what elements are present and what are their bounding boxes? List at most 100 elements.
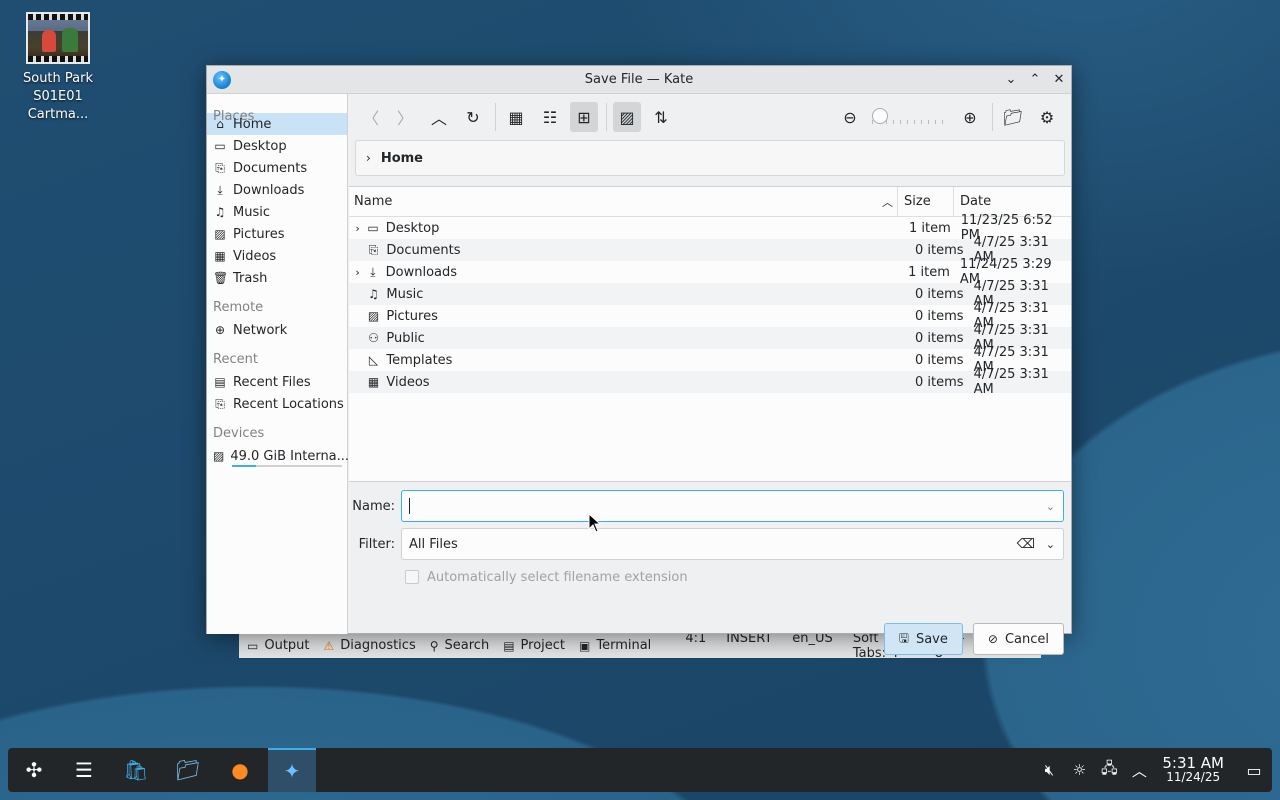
filter-combo[interactable]: All Files ⌫ ⌄ [401, 528, 1064, 560]
sidebar-item-trash[interactable]: 🗑︎ Trash [207, 267, 347, 289]
cancel-icon: ⊘ [987, 632, 998, 646]
diagnostics-tab[interactable]: ⚠ Diagnostics [324, 638, 416, 653]
forward-button[interactable]: 〉 [391, 102, 419, 132]
zoom-slider[interactable] [872, 108, 948, 124]
network-icon[interactable]: 🖧︎ [1094, 758, 1124, 783]
compact-view-button[interactable]: ☷ [536, 102, 564, 132]
public-icon: ⚇ [368, 331, 379, 345]
search-tab[interactable]: ⚲ Search [430, 638, 489, 653]
sidebar-item-documents[interactable]: ⎘ Documents [207, 157, 347, 179]
output-tab[interactable]: ▭ Output [247, 638, 310, 653]
sort-ascending-icon: ︿ [882, 195, 893, 209]
expand-chevron-icon[interactable]: › [349, 266, 366, 279]
new-folder-icon[interactable]: 📁︎ [999, 102, 1027, 132]
table-row[interactable]: › ⤓ Downloads 1 item 11/24/25 3:29 AM [349, 257, 1071, 287]
file-manager-icon[interactable]: 📁︎ [164, 748, 212, 792]
keep-below-button[interactable]: ⌄ [999, 68, 1023, 92]
taskbar: ✣ ☰ 🛍︎ 📁︎ ● ✦ 🔇︎ ☼ 🖧︎ ︿ 5:31 AM 11/24/25… [8, 748, 1272, 792]
column-date[interactable]: Date [954, 194, 991, 209]
video-thumbnail [26, 12, 90, 64]
file-size: 0 items [915, 286, 964, 302]
file-name: Public [386, 330, 425, 346]
recent-header: Recent [213, 352, 258, 367]
project-label: Project [520, 638, 566, 653]
desktop-icon: ▭ [214, 139, 226, 153]
chevron-down-icon[interactable]: ⌄ [1046, 538, 1055, 551]
file-date: 4/7/25 3:31 AM [973, 367, 1049, 397]
sidebar-item-music[interactable]: ♫ Music [207, 201, 347, 223]
expand-chevron-icon[interactable]: › [349, 222, 366, 235]
table-row[interactable]: ▦ Videos 0 items 4/7/25 3:31 AM [349, 367, 1071, 397]
system-tray: 🔇︎ ☼ 🖧︎ ︿ 5:31 AM 11/24/25 ▭ [1034, 754, 1272, 785]
desktop-video-file[interactable]: South Park S01E01 Cartma... [4, 12, 112, 124]
cancel-button[interactable]: ⊘ Cancel [972, 623, 1064, 655]
discover-store-icon[interactable]: 🛍︎ [112, 748, 160, 792]
file-name: Videos [386, 374, 430, 390]
dictionary[interactable]: en_US [792, 631, 833, 661]
breadcrumb-home[interactable]: Home [381, 151, 423, 166]
icons-view-button[interactable]: ▦ [502, 102, 530, 132]
file-name: Downloads [385, 264, 458, 280]
sidebar-item-desktop[interactable]: ▭ Desktop [207, 135, 347, 157]
table-row[interactable]: › ▭ Desktop 1 item 11/23/25 6:52 PM [349, 213, 1071, 243]
brightness-icon[interactable]: ☼ [1064, 761, 1094, 779]
sidebar-item-videos[interactable]: ▦ Videos [207, 245, 347, 267]
firefox-icon[interactable]: ● [216, 748, 264, 792]
input-mode[interactable]: INSERT [726, 631, 772, 661]
zoom-in-icon[interactable]: ⊕ [956, 102, 984, 132]
column-size[interactable]: Size [898, 187, 954, 216]
tray-expand-icon[interactable]: ︿ [1124, 760, 1154, 781]
file-list: Name ︿ Size Date › ▭ Desktop 1 item 11/23/25 … [349, 186, 1071, 482]
preview-toggle-button[interactable]: ▨ [613, 102, 641, 132]
column-name[interactable]: Name ︿ [349, 187, 898, 216]
filename-input[interactable]: ⌄ [401, 490, 1064, 522]
zoom-slider-handle[interactable] [872, 108, 888, 124]
clock[interactable]: 5:31 AM 11/24/25 [1162, 754, 1224, 785]
sidebar-item-internal-drive[interactable]: ▨ 49.0 GiB Interna... [207, 445, 349, 467]
clear-icon[interactable]: ⌫ [1017, 537, 1035, 552]
kate-task-icon[interactable]: ✦ [268, 748, 316, 792]
diagnostics-label: Diagnostics [340, 638, 416, 653]
project-icon: ▤ [503, 638, 515, 653]
dialog-titlebar[interactable]: ✦ Save File — Kate ⌄ ⌃ ✕ [207, 66, 1071, 94]
chevron-right-icon[interactable]: › [366, 151, 371, 165]
table-row[interactable]: ▨ Pictures 0 items 4/7/25 3:31 AM [349, 301, 1071, 331]
terminal-tab[interactable]: ▣ Terminal [579, 638, 651, 653]
checkbox-box[interactable] [405, 570, 419, 584]
volume-muted-icon[interactable]: 🔇︎ [1034, 761, 1064, 779]
sidebar-item-network[interactable]: ⊕ Network [207, 319, 347, 341]
application-launcher-icon[interactable]: ✣ [12, 748, 56, 792]
table-row[interactable]: ⚇ Public 0 items 4/7/25 3:31 AM [349, 323, 1071, 353]
save-label: Save [915, 631, 948, 647]
project-tab[interactable]: ▤ Project [503, 638, 565, 653]
close-button[interactable]: ✕ [1047, 68, 1071, 92]
text-caret [409, 498, 410, 514]
sort-button[interactable]: ⇅ [647, 102, 675, 132]
chevron-down-icon[interactable]: ⌄ [1046, 500, 1055, 513]
pictures-icon: ▨ [214, 227, 226, 241]
auto-extension-checkbox[interactable]: Automatically select filename extension [405, 566, 1071, 588]
sidebar-item-recent-locations[interactable]: ⎘ Recent Locations [207, 393, 347, 415]
sidebar-item-pictures[interactable]: ▨ Pictures [207, 223, 347, 245]
location-breadcrumb[interactable]: › Home [355, 140, 1065, 176]
sidebar-item-downloads[interactable]: ⤓ Downloads [207, 179, 347, 201]
reload-button[interactable]: ↻ [459, 102, 487, 132]
sidebar-item-recent-files[interactable]: ▤ Recent Files [207, 371, 347, 393]
file-size: 0 items [915, 308, 964, 324]
file-size: 1 item [908, 220, 951, 236]
clock-time: 5:31 AM [1162, 754, 1224, 772]
zoom-out-icon[interactable]: ⊖ [836, 102, 864, 132]
table-row[interactable]: ◺ Templates 0 items 4/7/25 3:31 AM [349, 345, 1071, 375]
dialog-title: Save File — Kate [584, 72, 694, 87]
table-row[interactable]: ♫ Music 0 items 4/7/25 3:31 AM [349, 279, 1071, 309]
back-button[interactable]: 〈 [357, 102, 385, 132]
kate-app-icon[interactable]: ✦ [213, 70, 231, 89]
tree-view-button[interactable]: ⊞ [570, 102, 598, 132]
options-icon[interactable]: ⚙ [1033, 102, 1061, 132]
maximize-button[interactable]: ⌃ [1023, 68, 1047, 92]
show-desktop-icon[interactable]: ▭ [1236, 761, 1272, 780]
save-button[interactable]: 🖫︎ Save [883, 623, 963, 655]
system-settings-icon[interactable]: ☰ [60, 748, 108, 792]
cursor-position[interactable]: 4:1 [685, 631, 706, 661]
parent-folder-button[interactable]: ︿ [425, 102, 453, 132]
